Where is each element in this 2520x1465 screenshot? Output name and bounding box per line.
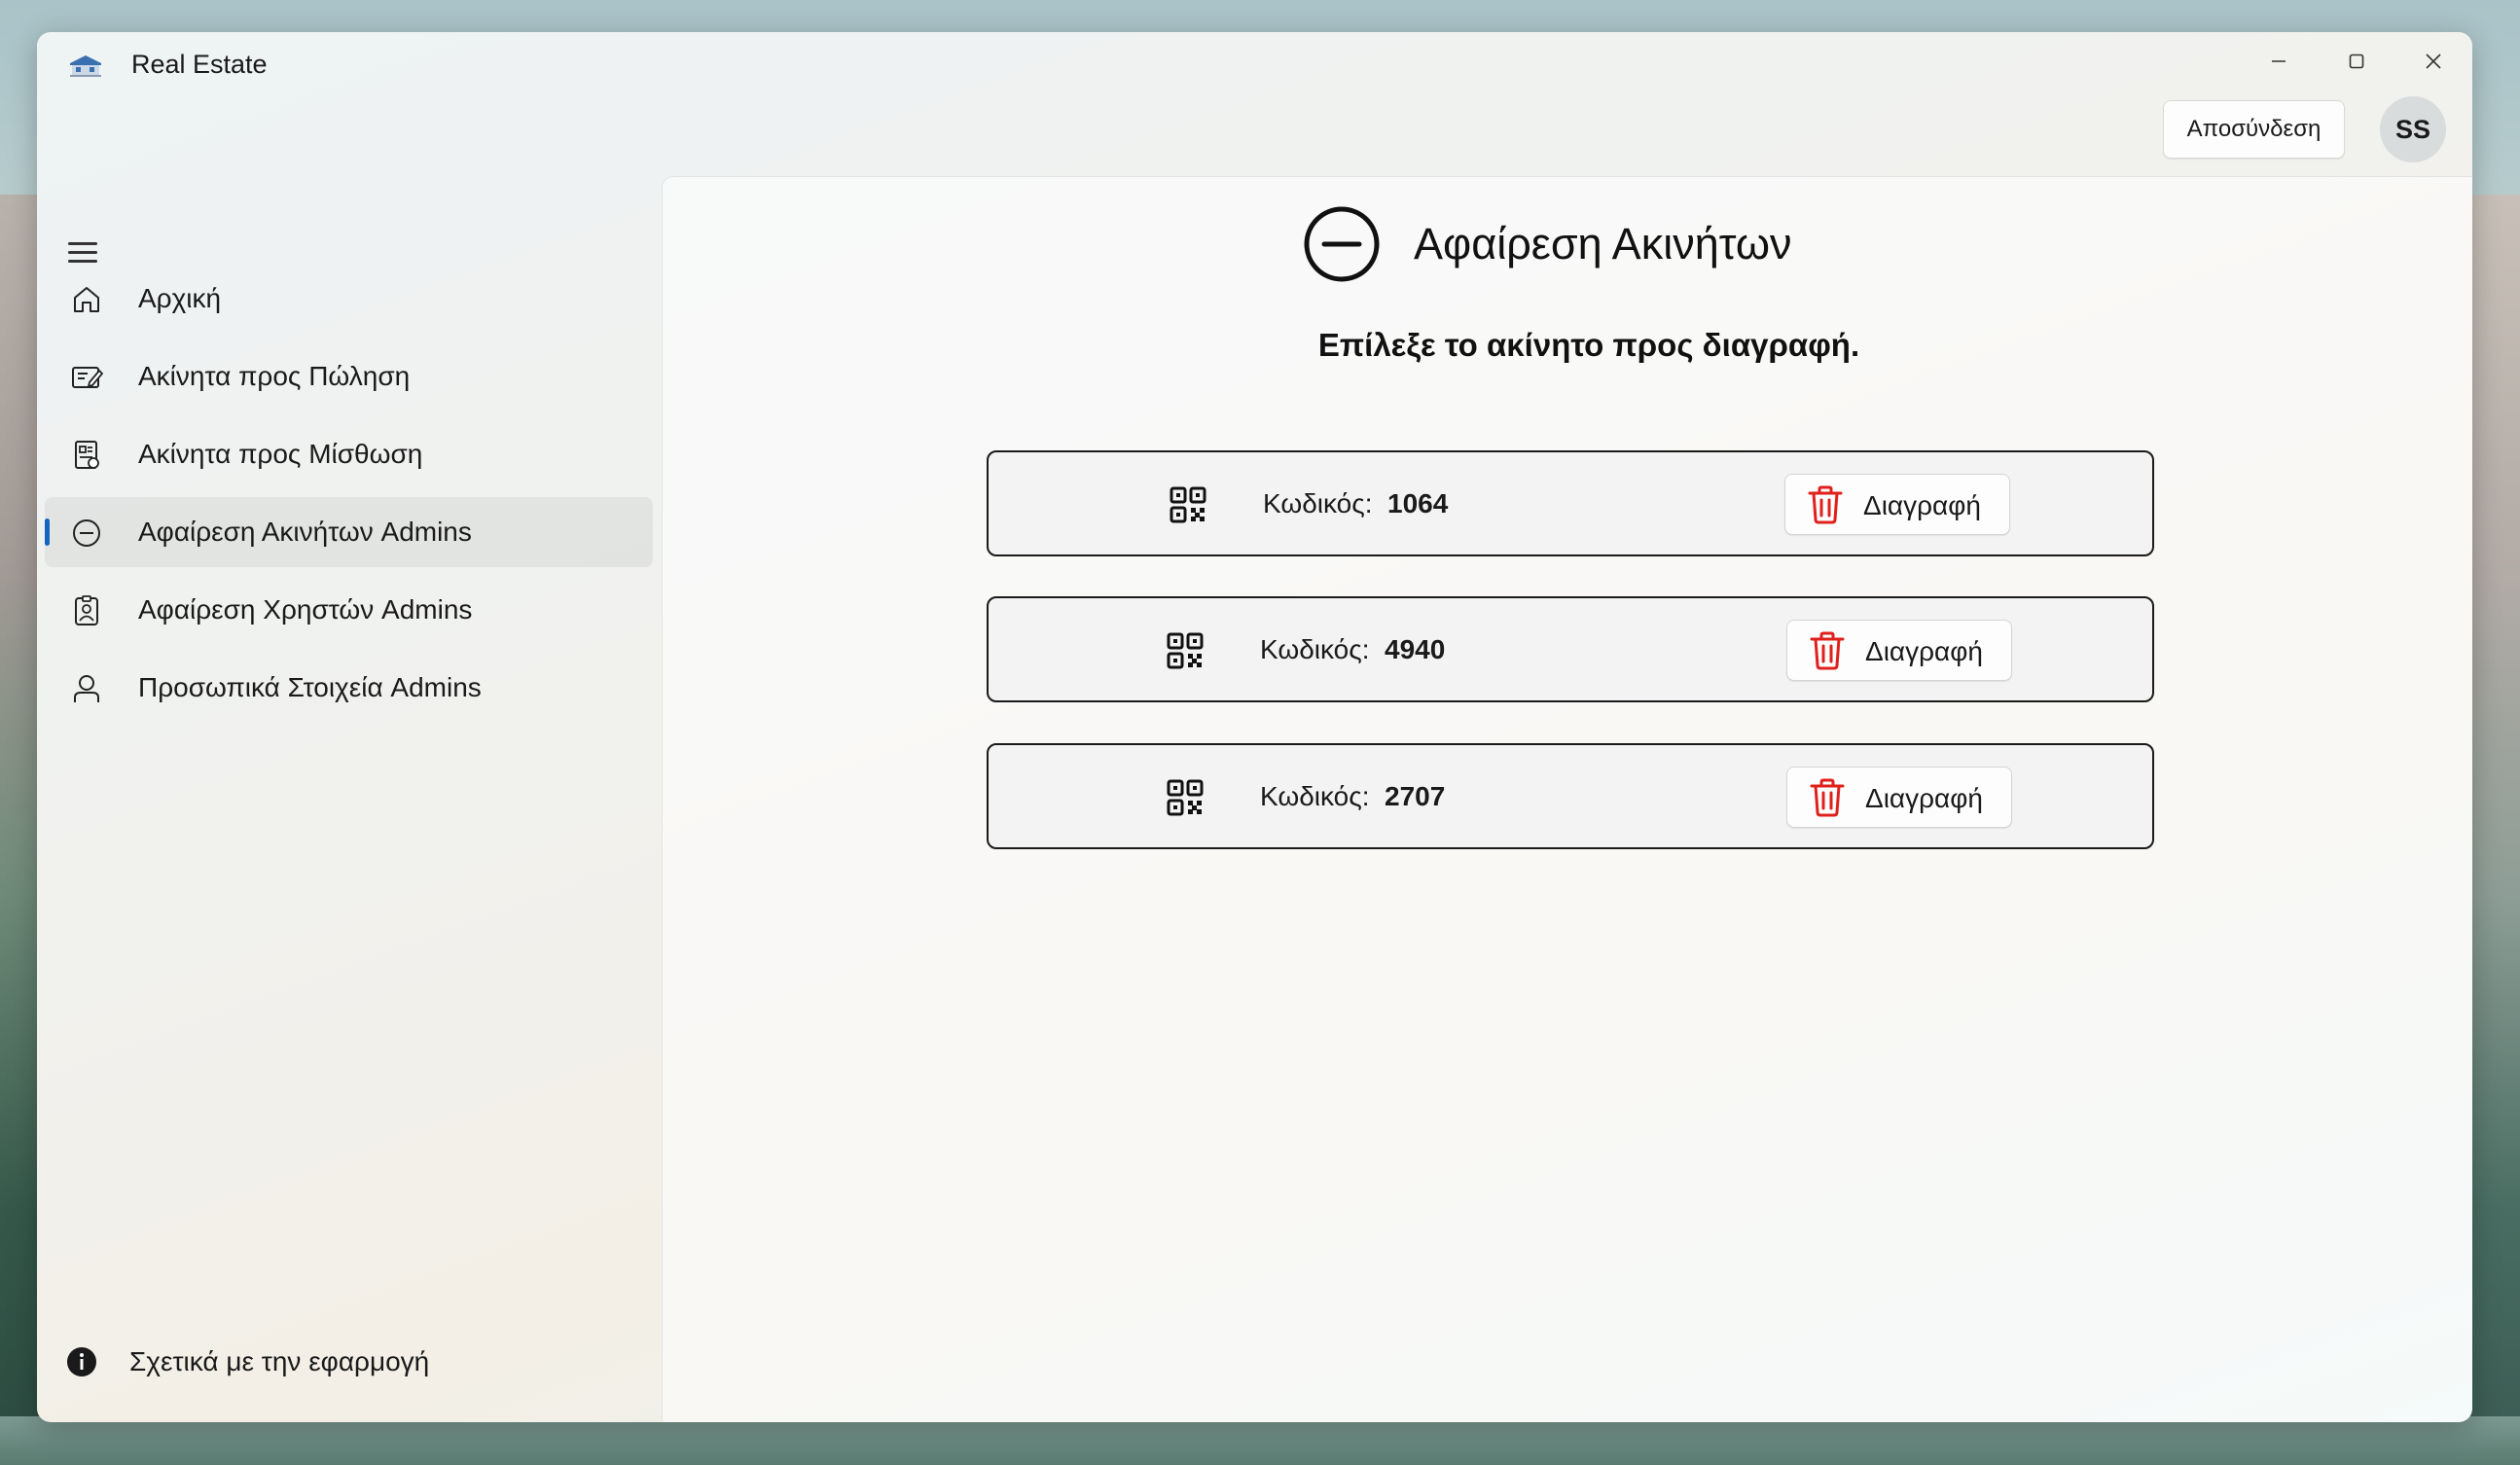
trash-icon [1810,631,1845,670]
app-window: Real Estate Αποσύνδεση SS Αρχική Ακίνητα… [37,32,2472,1422]
maximize-icon [2349,54,2364,69]
sidebar-item-rent[interactable]: Ακίνητα προς Μίσθωση [45,419,653,489]
rent-listing-icon [75,441,99,469]
logout-button[interactable]: Αποσύνδεση [2163,100,2345,159]
property-card: Κωδικός: 4940 Διαγραφή [987,596,2154,702]
close-icon [2426,54,2441,69]
maximize-button[interactable] [2327,44,2386,79]
sidebar-item-home[interactable]: Αρχική [45,264,653,334]
about-app-link[interactable]: Σχετικά με την εφαρμογή [66,1340,650,1389]
page-subtitle: Επίλεξε το ακίνητο προς διαγραφή. [1317,327,1860,363]
qr-code-icon [1167,632,1204,669]
sidebar-item-label: Αφαίρεση Χρηστών Admins [138,594,473,625]
sidebar-item-sale[interactable]: Ακίνητα προς Πώληση [45,341,653,411]
delete-label: Διαγραφή [1863,490,1981,520]
home-icon [74,287,99,312]
selection-indicator [45,518,50,546]
remove-circle-icon [73,519,100,547]
user-badge-icon [75,595,98,625]
page-title: Αφαίρεση Ακινήτων [1414,219,1792,268]
trash-icon [1810,778,1845,817]
sidebar-item-remove-users[interactable]: Αφαίρεση Χρηστών Admins [45,575,653,645]
sidebar-item-label: Ακίνητα προς Πώληση [138,361,411,391]
code-label: Κωδικός: [1260,781,1370,811]
delete-button[interactable]: Διαγραφή [1786,767,2012,828]
property-card: Κωδικός: 2707 Διαγραφή [987,743,2154,849]
trash-icon [1808,485,1843,524]
delete-button[interactable]: Διαγραφή [1786,620,2012,681]
sidebar-item-remove-properties[interactable]: Αφαίρεση Ακινήτων Admins [45,497,653,567]
delete-label: Διαγραφή [1865,783,1983,813]
sidebar-item-label: Ακίνητα προς Μίσθωση [138,439,423,469]
delete-button[interactable]: Διαγραφή [1784,474,2010,535]
sidebar-item-personal-info[interactable]: Προσωπικά Στοιχεία Admins [45,653,653,723]
info-icon [67,1347,96,1376]
remove-circle-icon [1304,206,1380,282]
sidebar-item-label: Προσωπικά Στοιχεία Admins [138,672,482,702]
property-code: 4940 [1385,634,1446,664]
app-logo-icon [70,55,101,77]
delete-label: Διαγραφή [1865,636,1983,666]
minimize-icon [2272,60,2286,62]
person-icon [74,675,99,702]
sidebar-item-label: Αρχική [138,283,222,313]
minimize-button[interactable] [2250,44,2308,79]
property-code: 1064 [1387,488,1449,518]
code-label: Κωδικός: [1260,634,1370,664]
property-card: Κωδικός: 1064 Διαγραφή [987,450,2154,556]
code-label: Κωδικός: [1263,488,1373,518]
qr-code-icon [1170,486,1206,523]
qr-code-icon [1167,779,1204,816]
avatar[interactable]: SS [2380,96,2446,162]
desktop-wallpaper-bottom [0,1416,2520,1465]
sale-listing-icon [72,367,103,388]
close-button[interactable] [2404,44,2463,79]
about-label: Σχετικά με την εφαρμογή [129,1346,430,1376]
title-bar: Real Estate [37,32,2472,100]
property-code: 2707 [1385,781,1446,811]
app-title: Real Estate [131,50,268,79]
sidebar-item-label: Αφαίρεση Ακινήτων Admins [138,517,472,547]
